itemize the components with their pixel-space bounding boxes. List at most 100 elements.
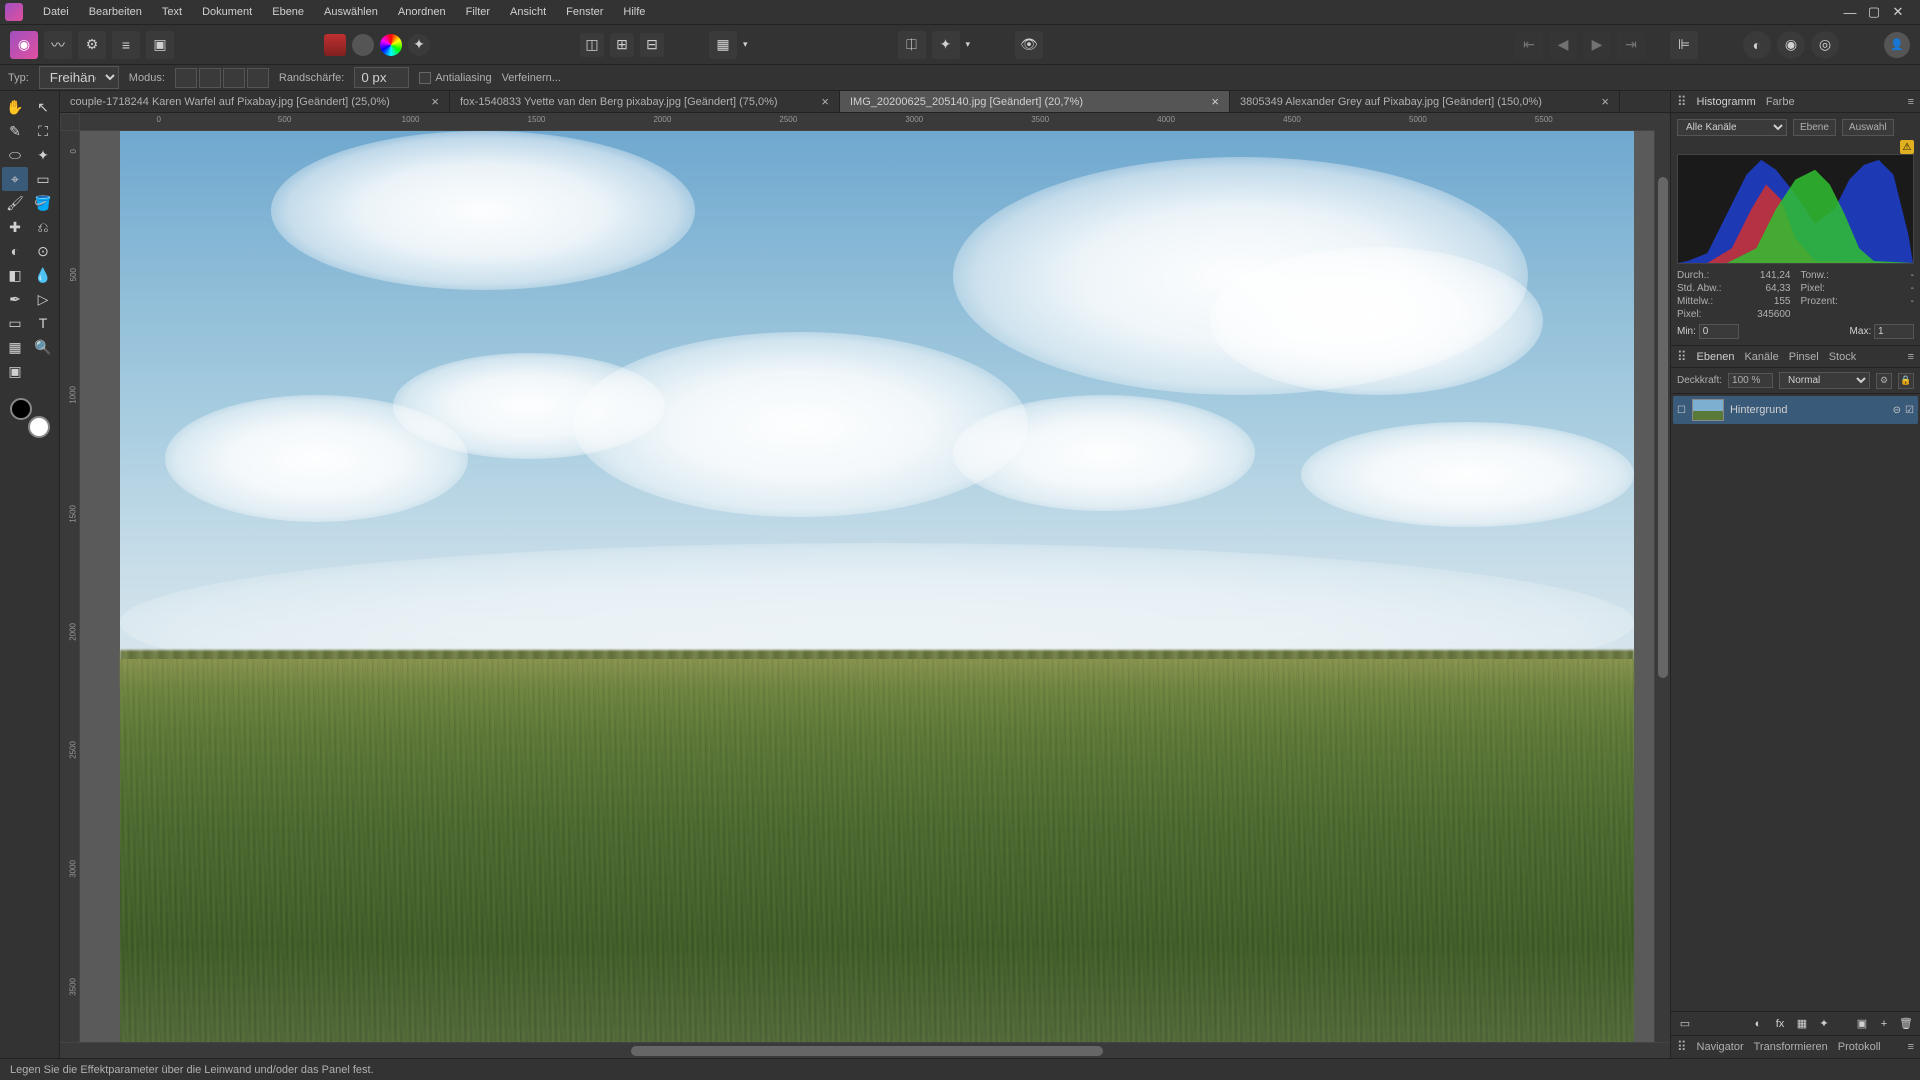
selection-brush-tool-icon[interactable]: ⬭: [2, 143, 28, 167]
document-tab[interactable]: IMG_20200625_205140.jpg [Geändert] (20,7…: [840, 91, 1230, 112]
tab-stock[interactable]: Stock: [1829, 351, 1857, 363]
vertical-ruler[interactable]: 0 500 1000 1500 2000 2500 3000 3500: [60, 131, 80, 1042]
arrange-backward-icon[interactable]: ◀: [1549, 31, 1577, 59]
align-icon[interactable]: ⊫: [1670, 31, 1698, 59]
delete-layer-icon[interactable]: 🗑: [1898, 1016, 1914, 1032]
snap-icon[interactable]: ⎅: [898, 31, 926, 59]
maximize-icon[interactable]: ▢: [1867, 5, 1881, 19]
help-icon[interactable]: ◎: [1811, 31, 1839, 59]
panel-menu-icon[interactable]: ≡: [1908, 351, 1914, 363]
warning-icon[interactable]: ⚠: [1900, 140, 1914, 154]
close-icon[interactable]: ✕: [1891, 5, 1905, 19]
persona-photo-icon[interactable]: ◉: [10, 31, 38, 59]
group-icon[interactable]: ▣: [1854, 1016, 1870, 1032]
menu-text[interactable]: Text: [152, 2, 192, 22]
feather-input[interactable]: [354, 67, 409, 88]
node-tool-icon[interactable]: ▷: [30, 287, 56, 311]
menu-ebene[interactable]: Ebene: [262, 2, 314, 22]
persona-tone-icon[interactable]: ≡: [112, 31, 140, 59]
text-tool-icon[interactable]: T: [30, 311, 56, 335]
blur-tool-icon[interactable]: 💧: [30, 263, 56, 287]
menu-dokument[interactable]: Dokument: [192, 2, 262, 22]
mode-sub-icon[interactable]: [223, 68, 245, 88]
layer-visibility-icon[interactable]: ☐: [1677, 405, 1686, 416]
scrollbar-thumb[interactable]: [631, 1046, 1103, 1056]
selection-add-icon[interactable]: ⊞: [610, 33, 634, 57]
arrange-forward-icon[interactable]: ▶: [1583, 31, 1611, 59]
stock-icon[interactable]: ◐: [1743, 31, 1771, 59]
channel-select[interactable]: Alle Kanäle: [1677, 119, 1787, 136]
scrollbar-thumb[interactable]: [1658, 177, 1668, 678]
vertical-scrollbar[interactable]: [1654, 131, 1670, 1042]
persona-export-icon[interactable]: ▣: [146, 31, 174, 59]
freehand-select-tool-icon[interactable]: ⌖: [2, 167, 28, 191]
layer-checkbox-icon[interactable]: ☑: [1905, 405, 1914, 416]
chevron-down-icon[interactable]: ▾: [743, 39, 748, 50]
layer-thumbnail[interactable]: [1692, 399, 1724, 421]
brush-tool-icon[interactable]: 🖌: [2, 191, 28, 215]
mode-intersect-icon[interactable]: [247, 68, 269, 88]
tab-protokoll[interactable]: Protokoll: [1838, 1041, 1881, 1053]
chevron-down-icon[interactable]: ▾: [966, 39, 971, 50]
layer-fx-icon[interactable]: ⚙: [1876, 373, 1892, 389]
close-tab-icon[interactable]: ×: [813, 94, 829, 109]
menu-ansicht[interactable]: Ansicht: [500, 2, 556, 22]
menu-hilfe[interactable]: Hilfe: [613, 2, 655, 22]
autowb-icon[interactable]: ✦: [408, 34, 430, 56]
color-swatches[interactable]: [10, 398, 50, 438]
erase-tool-icon[interactable]: ◧: [2, 263, 28, 287]
menu-bearbeiten[interactable]: Bearbeiten: [79, 2, 152, 22]
panel-drag-icon[interactable]: ⠿: [1677, 94, 1687, 110]
document-tab[interactable]: couple-1718244 Karen Warfel auf Pixabay.…: [60, 91, 450, 112]
tab-kanale[interactable]: Kanäle: [1744, 351, 1778, 363]
selection-sub-icon[interactable]: ⊟: [640, 33, 664, 57]
preview-icon[interactable]: 👁: [1015, 31, 1043, 59]
foreground-color-swatch[interactable]: [28, 416, 50, 438]
panel-menu-icon[interactable]: ≡: [1908, 96, 1914, 108]
type-select[interactable]: Freihändig: [39, 66, 119, 89]
add-mask-icon[interactable]: ▦: [1794, 1016, 1810, 1032]
horizontal-ruler[interactable]: 0 500 1000 1500 2000 2500 3000 3500 4000…: [80, 113, 1654, 131]
autolevels-icon[interactable]: [324, 34, 346, 56]
zoom-tool-icon[interactable]: 🔍: [30, 335, 56, 359]
panel-drag-icon[interactable]: ⠿: [1677, 1039, 1687, 1055]
refine-button[interactable]: Verfeinern...: [502, 72, 561, 84]
close-tab-icon[interactable]: ×: [1203, 94, 1219, 109]
layer-lock-icon[interactable]: 🔒: [1898, 373, 1914, 389]
mask-icon[interactable]: ▭: [1677, 1016, 1693, 1032]
opacity-input[interactable]: 100 %: [1728, 373, 1773, 388]
menu-anordnen[interactable]: Anordnen: [388, 2, 456, 22]
document-tab[interactable]: fox-1540833 Yvette van den Berg pixabay.…: [450, 91, 840, 112]
minimize-icon[interactable]: —: [1843, 5, 1857, 19]
target-icon[interactable]: ✦: [932, 31, 960, 59]
horizontal-scrollbar[interactable]: [60, 1042, 1670, 1058]
add-live-icon[interactable]: ✦: [1816, 1016, 1832, 1032]
ruler-origin[interactable]: [60, 113, 80, 131]
account-avatar-icon[interactable]: 👤: [1884, 32, 1910, 58]
layer-link-icon[interactable]: ⊝: [1893, 405, 1901, 416]
autocontrast-icon[interactable]: [352, 34, 374, 56]
canvas[interactable]: [80, 131, 1654, 1042]
mesh-tool-icon[interactable]: ▦: [2, 335, 28, 359]
tab-histogram[interactable]: Histogramm: [1697, 96, 1756, 108]
stamp-tool-icon[interactable]: ⊙: [30, 239, 56, 263]
tab-color[interactable]: Farbe: [1766, 96, 1795, 108]
menu-filter[interactable]: Filter: [456, 2, 500, 22]
marquee-tool-icon[interactable]: ▭: [30, 167, 56, 191]
close-tab-icon[interactable]: ×: [423, 94, 439, 109]
max-input[interactable]: [1874, 324, 1914, 339]
tab-ebenen[interactable]: Ebenen: [1697, 351, 1735, 363]
heal-tool-icon[interactable]: ✚: [2, 215, 28, 239]
selection-new-icon[interactable]: ◫: [580, 33, 604, 57]
tab-pinsel[interactable]: Pinsel: [1789, 351, 1819, 363]
menu-auswaehlen[interactable]: Auswählen: [314, 2, 388, 22]
scope-auswahl-button[interactable]: Auswahl: [1842, 119, 1894, 136]
add-layer-icon[interactable]: +: [1876, 1016, 1892, 1032]
layer-item[interactable]: ☐ Hintergrund ⊝☑: [1673, 396, 1918, 424]
min-input[interactable]: [1699, 324, 1739, 339]
tab-transformieren[interactable]: Transformieren: [1754, 1041, 1828, 1053]
resource-icon[interactable]: ◉: [1777, 31, 1805, 59]
persona-develop-icon[interactable]: ⚙: [78, 31, 106, 59]
tab-navigator[interactable]: Navigator: [1697, 1041, 1744, 1053]
clone-tool-icon[interactable]: ⎌: [30, 215, 56, 239]
